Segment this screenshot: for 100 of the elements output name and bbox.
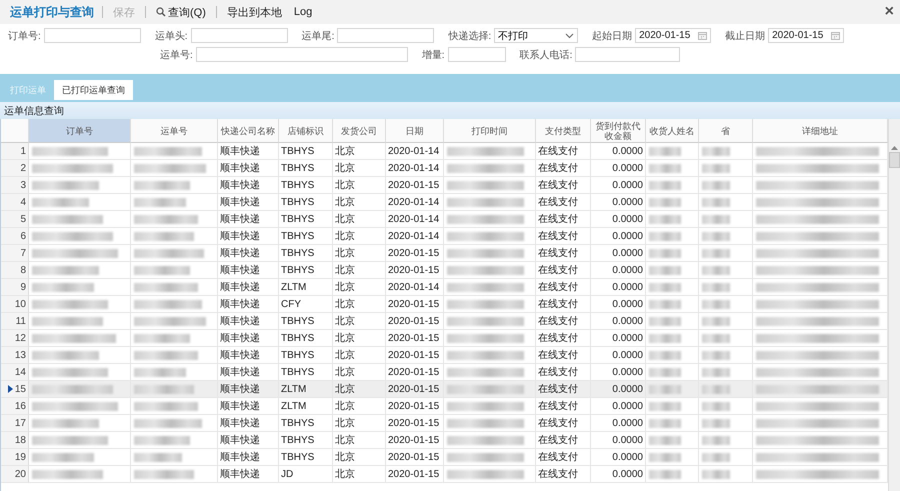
input-field[interactable] — [575, 47, 680, 62]
column-header[interactable]: 运单号 — [131, 119, 218, 143]
table-cell: TBHYS — [279, 449, 333, 466]
row-header[interactable]: 6 — [1, 228, 29, 245]
input-field[interactable] — [337, 28, 434, 43]
table-cell: 在线支付 — [536, 279, 591, 296]
section-title: 运单信息查询 — [0, 100, 900, 119]
search-icon — [156, 7, 166, 17]
table-cell: 0.0000 — [591, 228, 646, 245]
table-cell: 在线支付 — [536, 364, 591, 381]
table-cell: 0.0000 — [591, 330, 646, 347]
table-cell: 0.0000 — [591, 143, 646, 160]
column-header[interactable]: 发货公司 — [333, 119, 386, 143]
row-header[interactable]: 15 — [1, 381, 29, 398]
row-header[interactable]: 2 — [1, 160, 29, 177]
table-cell: 在线支付 — [536, 330, 591, 347]
row-header[interactable]: 14 — [1, 364, 29, 381]
table-cell: 0.0000 — [591, 313, 646, 330]
column-header[interactable]: 订单号 — [29, 119, 131, 143]
table-cell: 2020-01-14 — [386, 279, 444, 296]
column-header[interactable]: 省 — [699, 119, 753, 143]
row-header[interactable]: 7 — [1, 245, 29, 262]
blurred-text — [32, 452, 94, 462]
row-header[interactable]: 16 — [1, 398, 29, 415]
column-header[interactable]: 日期 — [386, 119, 444, 143]
row-header[interactable]: 17 — [1, 415, 29, 432]
toolbar-button[interactable]: 查询(Q) — [154, 4, 208, 20]
column-header[interactable]: 快递公司名称 — [218, 119, 279, 143]
table-cell: 北京 — [333, 415, 386, 432]
row-header[interactable]: 18 — [1, 432, 29, 449]
blurred-text — [649, 402, 682, 410]
table-cell: TBHYS — [279, 347, 333, 364]
row-header[interactable]: 5 — [1, 211, 29, 228]
table-cell: 2020-01-15 — [386, 245, 444, 262]
dropdown[interactable]: 不打印 — [494, 28, 578, 43]
column-header[interactable]: 详细地址 — [753, 119, 888, 143]
table-cell: 顺丰快递 — [218, 143, 279, 160]
field-label: 订单号: — [8, 30, 41, 42]
row-header[interactable]: 13 — [1, 347, 29, 364]
row-header[interactable]: 12 — [1, 330, 29, 347]
blurred-text — [134, 436, 190, 444]
table-cell: TBHYS — [279, 364, 333, 381]
row-header[interactable]: 8 — [1, 262, 29, 279]
blurred-text — [32, 316, 104, 326]
blurred-text — [649, 198, 682, 206]
column-header[interactable]: 打印时间 — [444, 119, 536, 143]
blurred-text — [702, 198, 730, 206]
table-cell: ZLTM — [279, 279, 333, 296]
row-header[interactable]: 9 — [1, 279, 29, 296]
scrollbar[interactable] — [888, 119, 900, 491]
date-field[interactable]: 2020-01-15 — [635, 28, 712, 43]
table-cell: 北京 — [333, 364, 386, 381]
table-cell: 在线支付 — [536, 313, 591, 330]
tab[interactable]: 已打印运单查询 — [54, 80, 133, 100]
input-field[interactable] — [44, 28, 141, 43]
row-header[interactable]: 11 — [1, 313, 29, 330]
blurred-text — [649, 350, 682, 360]
row-header[interactable]: 19 — [1, 449, 29, 466]
table-cell: 顺丰快递 — [218, 432, 279, 449]
column-header[interactable]: 收货人姓名 — [646, 119, 699, 143]
input-field[interactable] — [448, 47, 506, 62]
blurred-text — [649, 470, 682, 478]
table-cell: 2020-01-15 — [386, 381, 444, 398]
table-cell: 顺丰快递 — [218, 398, 279, 415]
table-cell: 北京 — [333, 347, 386, 364]
blurred-text — [702, 180, 730, 190]
table-cell: 北京 — [333, 228, 386, 245]
table-cell: 2020-01-14 — [386, 194, 444, 211]
table-cell: 顺丰快递 — [218, 415, 279, 432]
table-cell: CFY — [279, 296, 333, 313]
input-field[interactable] — [196, 47, 408, 62]
scroll-thumb[interactable] — [889, 152, 900, 168]
blurred-text — [32, 350, 98, 360]
column-header[interactable]: 支付类型 — [536, 119, 591, 143]
table-cell: 0.0000 — [591, 245, 646, 262]
date-field[interactable]: 2020-01-15 — [768, 28, 844, 43]
input-field[interactable] — [190, 28, 288, 43]
blurred-text — [134, 316, 206, 326]
blurred-text — [702, 232, 730, 240]
blurred-text — [134, 180, 190, 190]
close-button[interactable]: × — [884, 4, 894, 20]
table-cell: 在线支付 — [536, 228, 591, 245]
blurred-text — [134, 248, 204, 258]
row-header[interactable]: 3 — [1, 177, 29, 194]
table-cell: 2020-01-15 — [386, 330, 444, 347]
toolbar-button[interactable]: Log — [292, 6, 314, 18]
blurred-text — [702, 418, 730, 428]
row-header[interactable]: 4 — [1, 194, 29, 211]
toolbar-button[interactable]: 导出到本地 — [224, 4, 284, 20]
table-cell: TBHYS — [279, 177, 333, 194]
blurred-text — [702, 146, 730, 156]
row-header[interactable]: 20 — [1, 466, 29, 483]
row-header[interactable]: 1 — [1, 143, 29, 160]
column-header[interactable]: 货到付款代收金额 — [591, 119, 646, 143]
table-cell: 在线支付 — [536, 143, 591, 160]
row-header[interactable]: 10 — [1, 296, 29, 313]
field-label: 运单头: — [154, 30, 188, 42]
column-header[interactable]: 店铺标识 — [279, 119, 333, 143]
field-label: 增量: — [422, 48, 445, 62]
blurred-text — [649, 248, 682, 258]
